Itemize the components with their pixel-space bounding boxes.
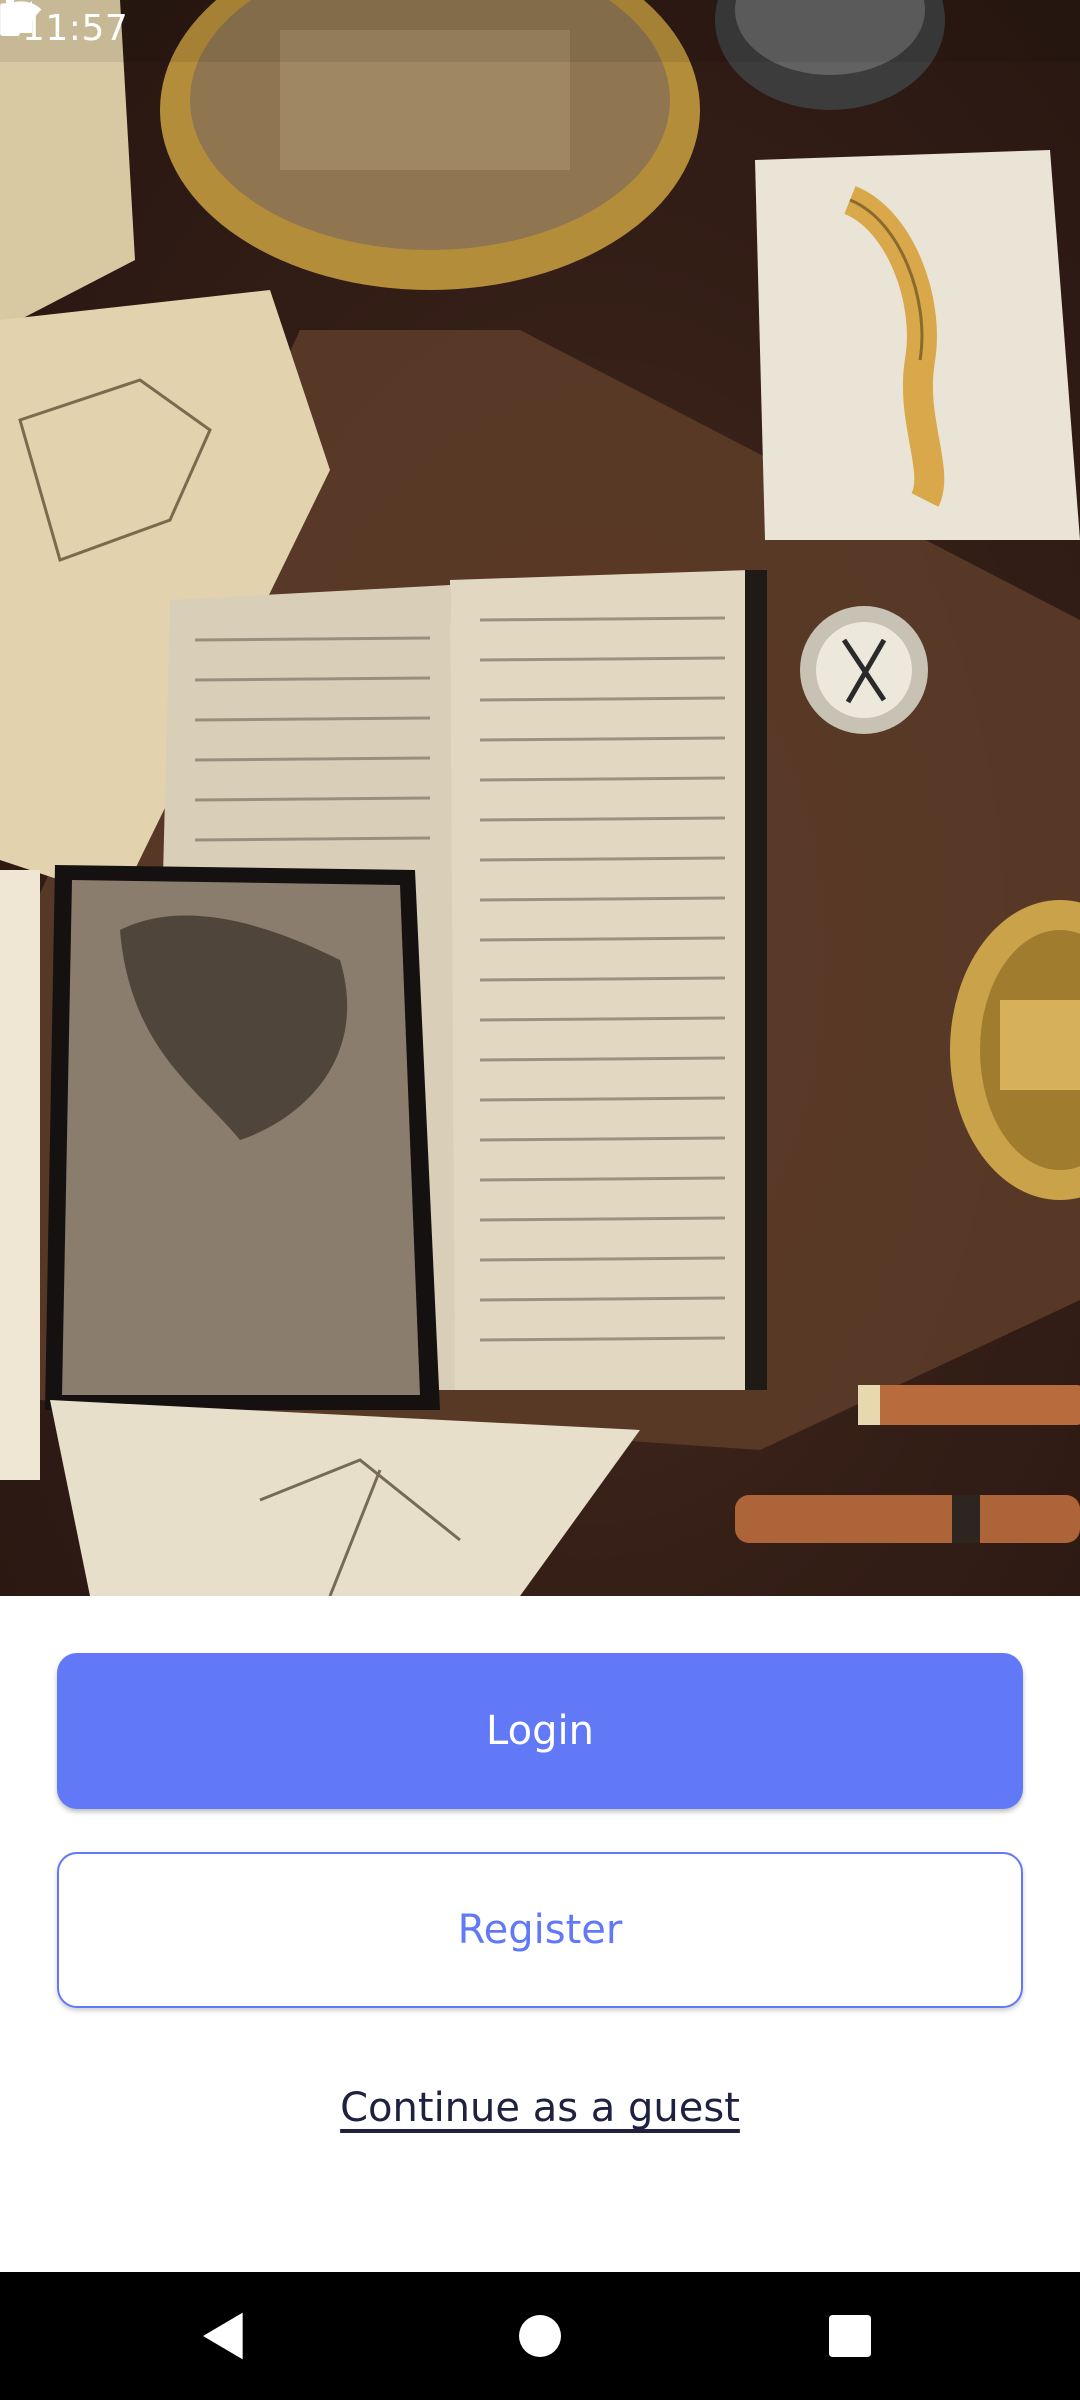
login-button-label: Login [486, 1708, 594, 1754]
recents-icon[interactable] [822, 2308, 878, 2364]
login-button[interactable]: Login [57, 1653, 1023, 1809]
hero-image: 11:57 [0, 0, 1080, 1596]
continue-as-guest-link[interactable]: Continue as a guest [0, 2085, 1080, 2131]
home-icon[interactable] [512, 2308, 568, 2364]
register-button[interactable]: Register [57, 1852, 1023, 2008]
back-icon[interactable] [196, 2308, 252, 2364]
hero-illustration [0, 0, 1080, 1596]
register-button-label: Register [457, 1907, 623, 1953]
battery-icon [0, 0, 20, 36]
navigation-bar [0, 2272, 1080, 2400]
status-bar: 11:57 [0, 0, 1080, 62]
